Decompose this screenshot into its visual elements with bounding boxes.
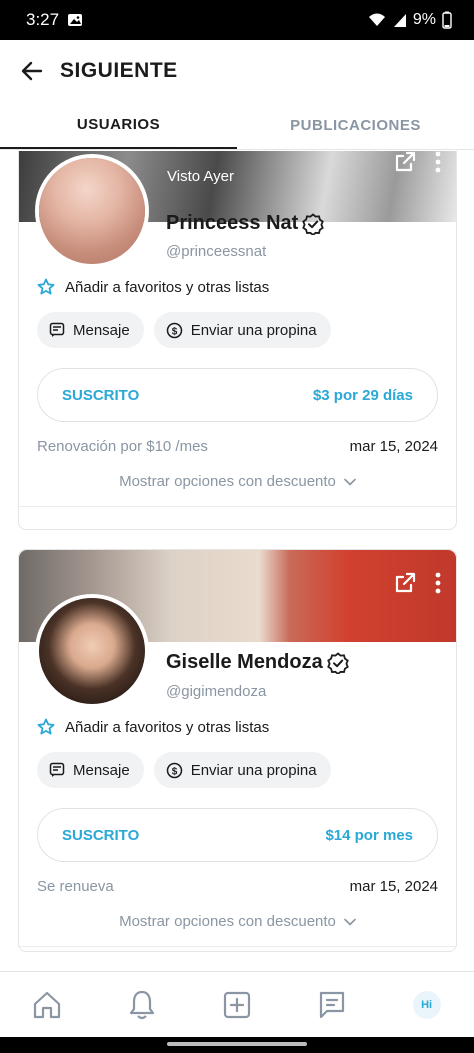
star-icon — [37, 718, 55, 735]
share-icon[interactable] — [392, 570, 418, 596]
avatar[interactable] — [35, 154, 149, 268]
nav-notifications[interactable] — [122, 985, 162, 1025]
verified-badge-icon — [302, 212, 325, 235]
svg-text:$: $ — [171, 766, 177, 777]
renewal-label: Se renueva — [37, 878, 114, 895]
renewal-date: mar 15, 2024 — [349, 878, 438, 895]
dollar-icon: $ — [166, 322, 182, 338]
status-bar: 3:27 9% — [0, 0, 474, 40]
show-discount-options[interactable]: Mostrar opciones con descuento — [19, 913, 456, 930]
battery-level: 9% — [412, 11, 436, 28]
renewal-date: mar 15, 2024 — [349, 438, 438, 455]
subscription-button[interactable]: SUSCRITO $3 por 29 días — [37, 368, 438, 422]
add-to-favorites[interactable]: Añadir a favoritos y otras listas — [37, 718, 269, 736]
avatar[interactable] — [35, 594, 149, 708]
signal-icon — [393, 14, 406, 27]
tab-bar: USUARIOS PUBLICACIONES — [0, 102, 474, 150]
display-name[interactable]: Princeess Nat — [166, 212, 325, 235]
message-button[interactable]: Mensaje — [37, 312, 144, 348]
nav-add-post[interactable] — [217, 985, 257, 1025]
star-icon — [37, 278, 55, 295]
svg-text:$: $ — [171, 326, 177, 337]
nav-profile[interactable]: Hi — [407, 985, 447, 1025]
renewal-label: Renovación por $10 /mes — [37, 438, 208, 455]
subscription-price: $3 por 29 días — [312, 386, 413, 404]
arrow-left-icon — [21, 61, 43, 81]
nav-home[interactable] — [27, 985, 67, 1025]
chevron-down-icon — [344, 478, 356, 486]
nav-messages[interactable] — [312, 985, 352, 1025]
divider — [19, 506, 456, 507]
last-seen-label: Visto Ayer — [167, 168, 234, 185]
page-title: SIGUIENTE — [60, 59, 178, 82]
renewal-info: Renovación por $10 /mes mar 15, 2024 — [37, 438, 438, 455]
battery-icon — [442, 11, 452, 29]
verified-badge-icon — [326, 651, 349, 674]
share-icon[interactable] — [392, 151, 418, 175]
status-time: 3:27 — [26, 10, 60, 29]
wifi-icon — [368, 13, 385, 26]
home-indicator[interactable] — [167, 1042, 307, 1046]
user-card: Visto Ayer Princeess Nat @princeessnat A… — [18, 151, 457, 530]
profile-avatar: Hi — [412, 990, 441, 1019]
message-icon — [49, 762, 65, 777]
add-post-icon — [223, 991, 251, 1018]
divider — [19, 946, 456, 947]
bottom-nav: Hi — [0, 971, 474, 1037]
action-buttons: Mensaje $ Enviar una propina — [37, 752, 331, 788]
display-name[interactable]: Giselle Mendoza — [166, 651, 349, 674]
more-options-icon[interactable] — [434, 151, 442, 174]
more-options-icon[interactable] — [434, 571, 442, 595]
message-icon — [49, 322, 65, 337]
bell-icon — [130, 990, 155, 1019]
subscriptions-list[interactable]: Visto Ayer Princeess Nat @princeessnat A… — [0, 151, 474, 971]
chevron-down-icon — [344, 918, 356, 926]
username-handle: @princeessnat — [166, 243, 267, 260]
subscription-price: $14 por mes — [325, 826, 413, 844]
show-discount-options[interactable]: Mostrar opciones con descuento — [19, 473, 456, 490]
tab-posts[interactable]: PUBLICACIONES — [237, 102, 474, 149]
back-button[interactable] — [18, 57, 46, 85]
send-tip-button[interactable]: $ Enviar una propina — [153, 752, 331, 788]
gesture-bar — [0, 1037, 474, 1053]
tab-users[interactable]: USUARIOS — [0, 102, 237, 149]
username-handle: @gigimendoza — [166, 683, 267, 700]
send-tip-button[interactable]: $ Enviar una propina — [153, 312, 331, 348]
home-icon — [34, 991, 61, 1018]
add-to-favorites[interactable]: Añadir a favoritos y otras listas — [37, 278, 269, 296]
app-bar: SIGUIENTE — [0, 40, 474, 102]
dollar-icon: $ — [166, 762, 182, 778]
gallery-icon — [68, 14, 83, 26]
renewal-info: Se renueva mar 15, 2024 — [37, 878, 438, 895]
user-card: Giselle Mendoza @gigimendoza Añadir a fa… — [18, 549, 457, 952]
action-buttons: Mensaje $ Enviar una propina — [37, 312, 331, 348]
message-button[interactable]: Mensaje — [37, 752, 144, 788]
subscription-button[interactable]: SUSCRITO $14 por mes — [37, 808, 438, 862]
messages-icon — [319, 991, 344, 1018]
